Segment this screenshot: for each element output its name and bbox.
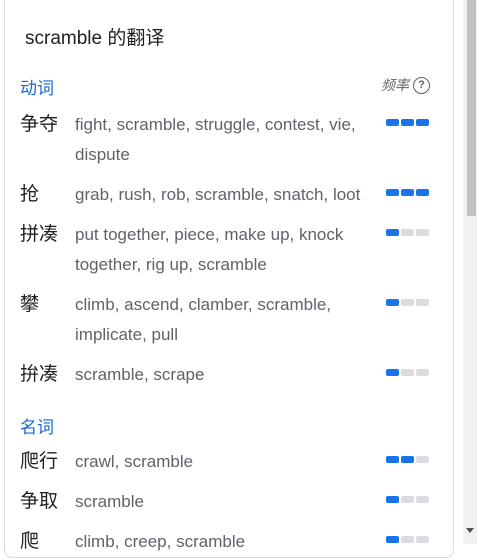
frequency-bars bbox=[386, 229, 429, 236]
entry-synonyms: crawl, scramble bbox=[75, 452, 194, 471]
frequency-bar-segment bbox=[416, 496, 429, 503]
frequency-bar-segment bbox=[401, 536, 414, 543]
frequency-label: 频率 bbox=[381, 77, 409, 93]
help-icon[interactable]: ? bbox=[413, 76, 430, 94]
frequency-header: 频率 ? bbox=[381, 74, 430, 96]
section-verb: 动词 频率 ? bbox=[20, 74, 430, 99]
entry-synonyms: grab, rush, rob, scramble, snatch, loot bbox=[75, 185, 361, 204]
frequency-bar-segment bbox=[386, 229, 399, 236]
entry-term: 争夺 bbox=[20, 114, 59, 135]
entry-term: 争取 bbox=[20, 491, 59, 512]
entry-synonyms: put together, piece, make up, knock toge… bbox=[75, 225, 344, 274]
entry-synonyms: climb, creep, scramble bbox=[75, 532, 246, 551]
frequency-bar-segment bbox=[401, 229, 414, 236]
entry-synonyms: scramble bbox=[75, 492, 144, 511]
entry-term: 爬行 bbox=[20, 451, 59, 472]
frequency-bar-segment bbox=[386, 119, 399, 126]
entry-term: 爬 bbox=[20, 531, 40, 552]
frequency-bar-segment bbox=[386, 456, 399, 463]
frequency-bars bbox=[386, 536, 429, 543]
frequency-bars bbox=[386, 496, 429, 503]
entry-term: 抢 bbox=[20, 184, 40, 205]
frequency-bar-segment bbox=[416, 229, 429, 236]
frequency-bar-segment bbox=[416, 189, 429, 196]
pos-label-noun: 名词 bbox=[20, 418, 54, 437]
frequency-bars bbox=[386, 369, 429, 376]
scrollbar-thumb[interactable] bbox=[467, 0, 476, 216]
frequency-bar-segment bbox=[401, 496, 414, 503]
entry-synonyms: fight, scramble, struggle, contest, vie,… bbox=[75, 115, 356, 164]
frequency-bars bbox=[386, 189, 429, 196]
frequency-bars bbox=[386, 299, 429, 306]
frequency-bar-segment bbox=[416, 369, 429, 376]
entry-term: 拼凑 bbox=[20, 224, 59, 245]
entry-synonyms: scramble, scrape bbox=[75, 365, 205, 384]
frequency-bars bbox=[386, 456, 429, 463]
frequency-bar-segment bbox=[401, 119, 414, 126]
entry-term: 拚凑 bbox=[20, 364, 59, 385]
frequency-bar-segment bbox=[401, 369, 414, 376]
frequency-bar-segment bbox=[386, 189, 399, 196]
frequency-bar-segment bbox=[416, 536, 429, 543]
frequency-bar-segment bbox=[416, 299, 429, 306]
frequency-bar-segment bbox=[401, 189, 414, 196]
frequency-bars bbox=[386, 119, 429, 126]
frequency-bar-segment bbox=[401, 299, 414, 306]
section-noun: 名词 bbox=[20, 413, 430, 438]
card-title: scramble 的翻译 bbox=[25, 28, 165, 49]
entry-term: 攀 bbox=[20, 294, 40, 315]
scroll-down-arrow-icon[interactable] bbox=[466, 528, 474, 533]
frequency-bar-segment bbox=[416, 119, 429, 126]
frequency-bar-segment bbox=[386, 536, 399, 543]
frequency-bar-segment bbox=[386, 369, 399, 376]
entry-synonyms: climb, ascend, clamber, scramble, implic… bbox=[75, 295, 332, 344]
pos-label-verb: 动词 bbox=[20, 79, 54, 98]
frequency-bar-segment bbox=[401, 456, 414, 463]
frequency-bar-segment bbox=[386, 496, 399, 503]
frequency-bar-segment bbox=[386, 299, 399, 306]
frequency-bar-segment bbox=[416, 456, 429, 463]
